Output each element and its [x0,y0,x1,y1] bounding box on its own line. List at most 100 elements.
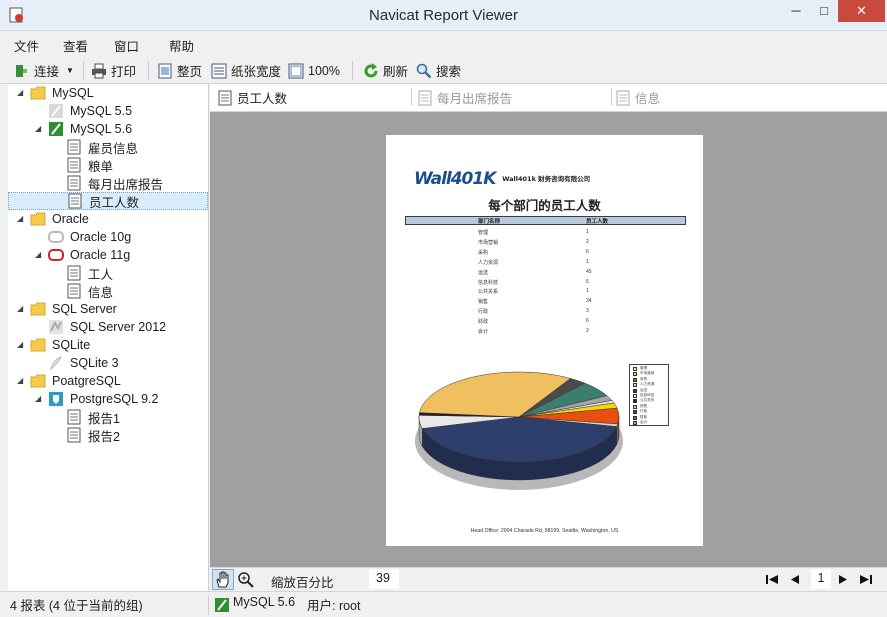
whole-page-label: 整页 [177,65,203,79]
expand-arrow-icon[interactable]: ◢ [17,214,23,223]
tree-item-5[interactable]: 粮单 [66,156,113,174]
mysql-connection-icon [215,598,229,612]
table-row: 行政 3 [386,307,703,316]
tree-item-17[interactable]: PoatgreSQL [30,372,121,390]
last-page-icon[interactable] [859,573,873,586]
tree-item-12[interactable]: 信息 [66,282,113,300]
report-canvas[interactable]: Wall401K Wall401k 财务咨询有限公司 每个部门的员工人数 部门名… [210,112,887,567]
tree-item-19[interactable]: 报告1 [66,408,120,426]
expand-arrow-icon[interactable]: ◢ [35,394,41,403]
expand-arrow-icon[interactable]: ◢ [35,250,41,259]
menu-bar: 文件 查看 窗口 帮助 [0,32,887,56]
report-icon [67,409,81,425]
tree-item-label: 雇员信息 [88,141,139,156]
whole-page-button[interactable]: 整页 [157,60,202,81]
tree-item-13[interactable]: SQL Server [30,300,117,318]
expand-arrow-icon[interactable]: ◢ [35,124,41,133]
dept-cell: 财政 [478,319,489,326]
tree-item-20[interactable]: 报告2 [66,426,120,444]
expand-arrow-icon[interactable]: ◢ [17,304,23,313]
pan-tool-button[interactable] [212,569,234,590]
logo-mark: Wall401K [414,169,496,189]
status-divider [208,595,209,615]
tree-item-4[interactable]: 雇员信息 [66,138,138,156]
tab-employee-count[interactable]: 员工人数 [218,84,288,111]
zoom-100-button[interactable]: 100% [288,60,340,81]
tree-item-18[interactable]: PostgreSQL 9.2 [48,390,158,408]
dept-cell: 公共关系 [478,289,499,296]
minimize-button[interactable]: ─ [786,0,806,22]
search-label: 搜索 [436,65,462,79]
report-title: 每个部门的员工人数 [488,199,601,213]
legend-swatch [633,399,637,404]
legend-swatch [633,415,637,420]
count-cell: 3 [586,308,589,315]
table-header: 部门名称 员工人数 [405,216,686,225]
tree-item-label: 信息 [88,285,114,300]
next-page-icon[interactable] [836,573,850,586]
legend-item: 行政 [633,409,669,415]
tree-item-9[interactable]: Oracle 10g [48,228,131,246]
dept-cell: 会计 [478,329,489,335]
count-cell: 2 [586,328,589,334]
tree-item-11[interactable]: 工人 [66,264,113,282]
folder-icon [30,86,46,100]
page-number-input[interactable]: 1 [811,569,831,589]
print-button[interactable]: 打印 [91,60,136,81]
tree-item-6[interactable]: 每月出席报告 [66,174,163,192]
tree-item-1[interactable]: MySQL [30,84,94,102]
previous-page-icon[interactable] [788,573,802,586]
page-width-button[interactable]: 纸张宽度 [211,60,281,81]
table-row: 财政 6 [386,317,703,326]
header-dept: 部门名称 [478,219,501,225]
expand-arrow-icon[interactable]: ◢ [17,340,23,349]
count-cell: 1 [586,258,589,265]
tree-item-8[interactable]: Oracle [30,210,89,228]
tree-item-14[interactable]: SQL Server 2012 [48,318,166,336]
tree-item-label: 员工人数 [89,195,140,210]
report-icon [67,175,81,191]
zoom-percent-input[interactable]: 39 [369,569,399,589]
search-button[interactable]: 搜索 [416,60,461,81]
legend-swatch [633,377,637,382]
dept-cell: 运送 [478,269,489,276]
tree-item-3[interactable]: MySQL 5.6 [48,120,132,138]
tree-item-label: MySQL 5.6 [70,122,133,136]
refresh-button[interactable]: 刷新 [363,60,408,81]
chart-legend: 管理 市场营销 采购 人力资源 运送 信息科技 公共关系 销售 行政 财政 会计 [629,364,669,426]
legend-item: 销售 [633,404,669,410]
menu-view[interactable]: 查看 [63,36,88,55]
hand-icon [216,571,229,588]
page-width-icon [211,63,227,78]
left-border [0,84,8,591]
legend-item: 会计 [633,420,669,426]
menu-help[interactable]: 帮助 [169,36,194,55]
zoom-tool-icon[interactable] [237,571,255,589]
tree-item-10[interactable]: Oracle 11g [48,246,130,264]
viewer-navbar: 缩放百分比 39 1 [210,567,887,591]
actual-size-icon [288,63,304,78]
tree-item-label: SQLite 3 [70,356,119,370]
tree-item-7[interactable]: 员工人数 [8,192,208,210]
close-button[interactable]: ✕ [838,0,885,22]
dept-cell: 人力资源 [478,259,499,266]
connect-button[interactable]: 连接 ▼ [14,60,74,81]
report-footer: Head Office: 2004 Charade Rd, 98199, Sea… [470,528,619,534]
menu-window[interactable]: 窗口 [114,36,139,55]
legend-label: 市场营销 [640,371,655,376]
legend-item: 人力资源 [633,382,669,388]
menu-file[interactable]: 文件 [14,36,39,55]
tree-item-2[interactable]: MySQL 5.5 [48,102,132,120]
first-page-icon[interactable] [765,573,779,586]
tree-item-15[interactable]: SQLite [30,336,90,354]
tab-separator [411,88,412,106]
tab-info[interactable]: 信息 [616,84,660,111]
maximize-button[interactable]: □ [814,0,834,22]
tree-item-16[interactable]: SQLite 3 [48,354,119,372]
report-icon [616,90,630,105]
expand-arrow-icon[interactable]: ◢ [17,376,23,385]
expand-arrow-icon[interactable]: ◢ [17,88,23,97]
chevron-down-icon: ▼ [66,66,74,75]
tab-monthly-attendance[interactable]: 每月出席报告 [418,84,512,111]
page-width-label: 纸张宽度 [231,65,282,79]
